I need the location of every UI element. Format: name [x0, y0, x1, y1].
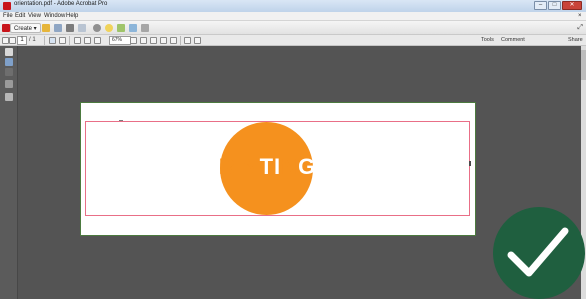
minimize-button[interactable]: –	[534, 1, 547, 10]
printing-letter: N	[281, 154, 299, 179]
menu-window[interactable]: Window	[44, 13, 65, 19]
printing-letter: I	[235, 154, 243, 179]
page-number-input[interactable]: 1	[17, 36, 27, 45]
printing-letter: P	[203, 154, 219, 179]
next-page-icon[interactable]	[9, 37, 16, 44]
export-icon[interactable]	[141, 24, 149, 32]
highlight-icon[interactable]	[194, 37, 201, 44]
navigation-pane	[0, 46, 18, 299]
maximize-button[interactable]: □	[548, 1, 561, 10]
crop-mark	[469, 161, 471, 166]
scrolling-mode-icon[interactable]	[150, 37, 157, 44]
zoom-out-icon[interactable]	[84, 37, 91, 44]
combine-icon[interactable]	[129, 24, 137, 32]
signature-icon[interactable]	[5, 80, 13, 88]
navigation-toolbar: 1 / 1 67% Tools Comment Share	[0, 35, 586, 46]
comment-icon[interactable]	[105, 24, 113, 32]
title-bar: orientation.pdf - Adobe Acrobat Pro – □ …	[0, 0, 586, 12]
page-total: / 1	[29, 37, 36, 43]
select-tool-icon[interactable]	[49, 37, 56, 44]
acrobat-app-icon	[3, 2, 11, 10]
separator	[69, 36, 70, 45]
previous-page-icon[interactable]	[2, 37, 9, 44]
menu-bar: File Edit View Window Help ×	[0, 12, 586, 21]
create-button[interactable]: Create ▾	[10, 23, 41, 33]
printing-text: PRINTING	[203, 156, 316, 178]
trim-mark	[119, 120, 123, 121]
printing-letter: I	[274, 154, 282, 179]
fit-page-icon[interactable]	[130, 37, 137, 44]
close-button[interactable]: ✕	[562, 1, 582, 10]
printing-letter: T	[259, 154, 275, 179]
scrollbar-thumb[interactable]	[581, 50, 586, 80]
share-pane-button[interactable]: Share	[568, 37, 583, 43]
menu-view[interactable]: View	[28, 13, 41, 19]
separator	[180, 36, 181, 45]
separator	[44, 36, 45, 45]
print-icon[interactable]	[66, 24, 74, 32]
fill-sign-icon[interactable]	[184, 37, 191, 44]
pdf-page: PRINTING	[81, 103, 475, 235]
menu-file[interactable]: File	[3, 13, 13, 19]
read-mode-icon[interactable]	[170, 37, 177, 44]
zoom-level-input[interactable]: 67%	[109, 36, 131, 45]
window-title: orientation.pdf - Adobe Acrobat Pro	[14, 1, 108, 7]
fit-width-icon[interactable]	[140, 37, 147, 44]
email-icon[interactable]	[78, 24, 86, 32]
main-toolbar: Create ▾ ⤢	[0, 21, 586, 35]
menu-help[interactable]: Help	[66, 13, 78, 19]
attachments-icon[interactable]	[5, 68, 13, 76]
customize-toolbar-icon[interactable]: ⤢	[577, 24, 583, 32]
open-icon[interactable]	[42, 24, 50, 32]
close-document-button[interactable]: ×	[578, 13, 582, 19]
window-controls: – □ ✕	[534, 1, 582, 10]
printing-letter: G	[298, 154, 317, 179]
zoom-marquee-icon[interactable]	[74, 37, 81, 44]
rotate-view-icon[interactable]	[160, 37, 167, 44]
comment-pane-button[interactable]: Comment	[501, 37, 525, 43]
bookmarks-icon[interactable]	[5, 58, 13, 66]
review-icon[interactable]	[117, 24, 125, 32]
save-icon[interactable]	[54, 24, 62, 32]
menu-edit[interactable]: Edit	[15, 13, 25, 19]
printing-letter: N	[242, 154, 260, 179]
printing-letter: R	[218, 154, 236, 179]
tools-pane-button[interactable]: Tools	[481, 37, 494, 43]
layers-icon[interactable]	[5, 93, 13, 101]
page-thumbnails-icon[interactable]	[5, 48, 13, 56]
settings-gear-icon[interactable]	[93, 24, 101, 32]
success-badge	[493, 207, 585, 299]
create-pdf-icon[interactable]	[2, 24, 10, 32]
hand-tool-icon[interactable]	[59, 37, 66, 44]
checkmark-icon	[507, 227, 569, 277]
zoom-in-icon[interactable]	[94, 37, 101, 44]
